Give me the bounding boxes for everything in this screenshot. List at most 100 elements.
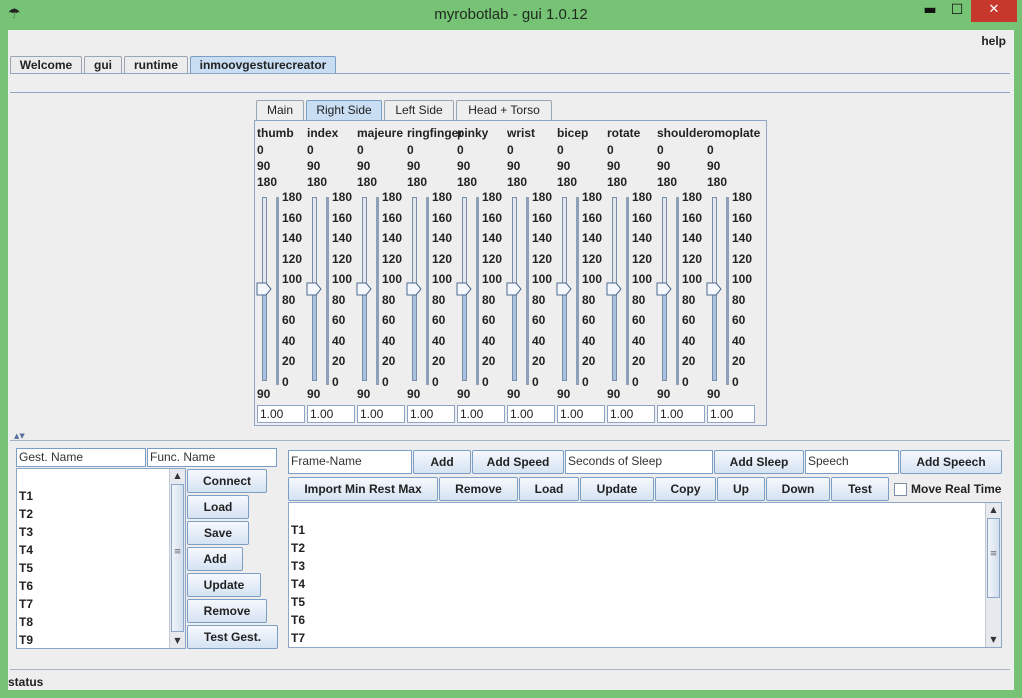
tab-inmoovgesturecreator[interactable]: inmoovgesturecreator — [190, 56, 336, 74]
slider-scale-label: 160 — [282, 210, 303, 225]
list-item[interactable]: T7 — [291, 631, 305, 645]
slider-speed-field[interactable]: 1.00 — [707, 405, 755, 423]
add-sleep-button[interactable]: Add Sleep — [714, 450, 804, 474]
slider-scale-label: 160 — [682, 210, 703, 225]
frame-name-field[interactable]: Frame-Name — [288, 450, 412, 474]
test-frame-button[interactable]: Test — [831, 477, 889, 501]
slider-thumb[interactable] — [556, 282, 572, 296]
slider-column-pinky: pinky 0 90 180 180 160 140 120 100 80 60 40 20 0 90 1.0… — [456, 121, 506, 427]
slider-speed-field[interactable]: 1.00 — [607, 405, 655, 423]
slider-scale-label: 100 — [282, 272, 303, 286]
subtab-left-side[interactable]: Left Side — [384, 100, 454, 120]
slider-scale-label: 120 — [432, 251, 453, 266]
add-speech-button[interactable]: Add Speech — [900, 450, 1002, 474]
add-gesture-button[interactable]: Add — [187, 547, 243, 571]
slider-fill — [713, 289, 716, 380]
slider-thumb[interactable] — [506, 282, 522, 296]
scroll-thumb[interactable]: ≡ — [171, 484, 184, 632]
split-divider[interactable]: ▲▼ — [10, 432, 1010, 440]
slider-scale-label: 120 — [482, 251, 503, 266]
gesture-list[interactable]: T1 T2 T3 T4 T5 T6 T7 T8 T9 ▲ ≡ ▼ — [16, 468, 186, 649]
slider-panel: thumb 0 90 180 180 160 140 120 100 80 60 40 20 0 90 1.0… — [254, 120, 767, 426]
update-frame-button[interactable]: Update — [580, 477, 654, 501]
list-item[interactable]: T1 — [19, 489, 33, 503]
speech-field[interactable]: Speech — [805, 450, 899, 474]
gesture-name-field[interactable]: Gest. Name — [16, 448, 146, 467]
list-item[interactable]: T6 — [19, 579, 33, 593]
scroll-up-icon[interactable]: ▲ — [986, 503, 1001, 517]
list-item[interactable]: T1 — [291, 523, 305, 537]
move-real-time-checkbox[interactable] — [894, 483, 907, 496]
slider-speed-field[interactable]: 1.00 — [257, 405, 305, 423]
slider-speed-field[interactable]: 1.00 — [357, 405, 405, 423]
load-frame-button[interactable]: Load — [519, 477, 579, 501]
test-gesture-button[interactable]: Test Gest. — [187, 625, 278, 649]
slider-speed-field[interactable]: 1.00 — [407, 405, 455, 423]
help-menu[interactable]: help — [981, 34, 1006, 48]
slider-ticks — [476, 197, 479, 385]
slider-thumb[interactable] — [406, 282, 422, 296]
scroll-up-icon[interactable]: ▲ — [170, 469, 185, 483]
slider-thumb[interactable] — [356, 282, 372, 296]
list-item[interactable]: T5 — [291, 595, 305, 609]
list-item[interactable]: T2 — [291, 541, 305, 555]
slider-thumb[interactable] — [606, 282, 622, 296]
move-up-button[interactable]: Up — [717, 477, 765, 501]
list-item[interactable]: T4 — [19, 543, 33, 557]
maximize-button[interactable]: ☐ — [943, 0, 971, 22]
subtab-head-torso[interactable]: Head + Torso — [456, 100, 552, 120]
list-item[interactable]: T9 — [19, 633, 33, 647]
tab-welcome[interactable]: Welcome — [10, 56, 82, 74]
scroll-down-icon[interactable]: ▼ — [170, 634, 185, 648]
close-button[interactable]: ✕ — [971, 0, 1017, 22]
slider-ticks — [626, 197, 629, 385]
list-item[interactable]: T3 — [19, 525, 33, 539]
slider-mid-label: 90 — [507, 159, 521, 173]
slider-speed-field[interactable]: 1.00 — [557, 405, 605, 423]
frame-list[interactable]: T1 T2 T3 T4 T5 T6 T7 ▲ ≡ ▼ — [288, 502, 1002, 648]
sleep-seconds-field[interactable]: Seconds of Sleep — [565, 450, 713, 474]
list-item[interactable]: T3 — [291, 559, 305, 573]
gesture-list-scrollbar[interactable]: ▲ ≡ ▼ — [169, 469, 185, 648]
save-gesture-button[interactable]: Save — [187, 521, 249, 545]
collapse-arrows-icon[interactable]: ▲▼ — [14, 432, 25, 440]
remove-gesture-button[interactable]: Remove — [187, 599, 267, 623]
list-item[interactable]: T4 — [291, 577, 305, 591]
list-item[interactable]: T5 — [19, 561, 33, 575]
function-name-field[interactable]: Func. Name — [147, 448, 277, 467]
slider-scale-label: 120 — [382, 251, 403, 266]
list-item[interactable]: T8 — [19, 615, 33, 629]
add-speed-button[interactable]: Add Speed — [472, 450, 564, 474]
slider-thumb[interactable] — [306, 282, 322, 296]
slider-thumb[interactable] — [656, 282, 672, 296]
frame-list-scrollbar[interactable]: ▲ ≡ ▼ — [985, 503, 1001, 647]
scroll-down-icon[interactable]: ▼ — [986, 633, 1001, 647]
connect-button[interactable]: Connect — [187, 469, 267, 493]
slider-speed-field[interactable]: 1.00 — [507, 405, 555, 423]
slider-column-rotate: rotate 0 90 180 180 160 140 120 100 80 60 40 20 0 90 1.… — [606, 121, 656, 427]
slider-column-wrist: wrist 0 90 180 180 160 140 120 100 80 60 40 20 0 90 1.0… — [506, 121, 556, 427]
copy-frame-button[interactable]: Copy — [655, 477, 716, 501]
list-item[interactable]: T2 — [19, 507, 33, 521]
slider-thumb[interactable] — [256, 282, 272, 296]
list-item[interactable]: T7 — [19, 597, 33, 611]
list-item[interactable]: T6 — [291, 613, 305, 627]
subtab-main[interactable]: Main — [256, 100, 304, 120]
slider-scale-label: 80 — [382, 292, 396, 307]
slider-thumb[interactable] — [706, 282, 722, 296]
tab-runtime[interactable]: runtime — [124, 56, 188, 74]
slider-thumb[interactable] — [456, 282, 472, 296]
minimize-button[interactable]: ▬ — [917, 0, 943, 22]
scroll-thumb[interactable]: ≡ — [987, 518, 1000, 598]
tab-gui[interactable]: gui — [84, 56, 122, 74]
update-gesture-button[interactable]: Update — [187, 573, 261, 597]
slider-speed-field[interactable]: 1.00 — [307, 405, 355, 423]
slider-speed-field[interactable]: 1.00 — [457, 405, 505, 423]
add-frame-button[interactable]: Add — [413, 450, 471, 474]
slider-speed-field[interactable]: 1.00 — [657, 405, 705, 423]
subtab-right-side[interactable]: Right Side — [306, 100, 382, 120]
import-min-rest-max-button[interactable]: Import Min Rest Max — [288, 477, 438, 501]
move-down-button[interactable]: Down — [766, 477, 830, 501]
remove-frame-button[interactable]: Remove — [439, 477, 518, 501]
load-gesture-button[interactable]: Load — [187, 495, 249, 519]
